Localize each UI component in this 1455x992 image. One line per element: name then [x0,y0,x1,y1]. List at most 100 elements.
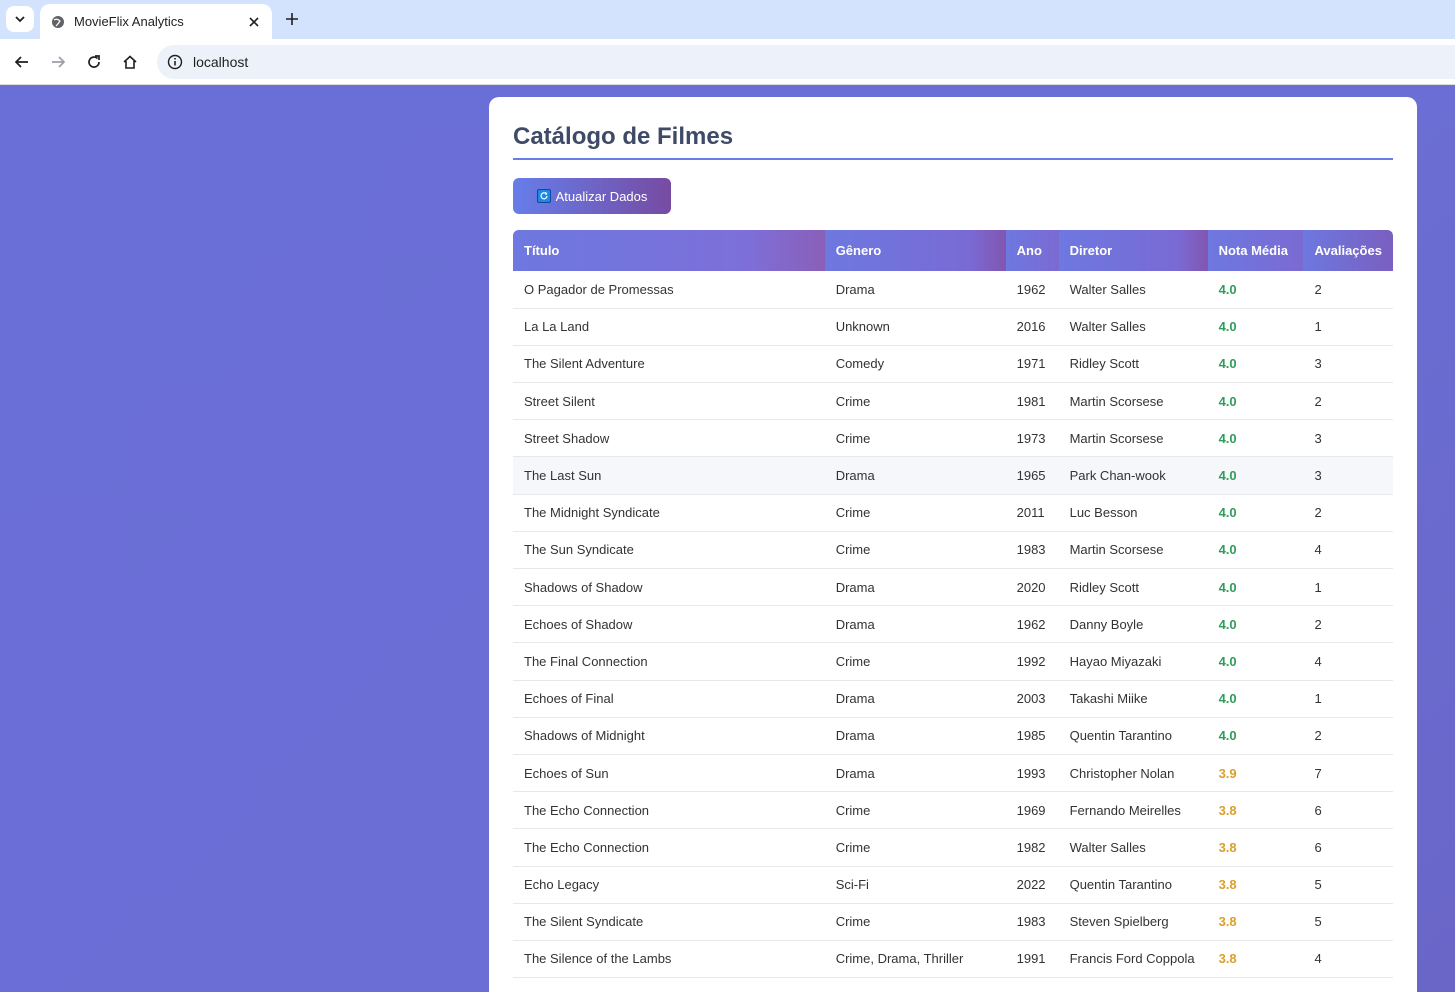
close-icon[interactable] [246,14,262,30]
cell-title: Echoes of Final [513,680,825,718]
reload-button[interactable] [82,50,106,74]
cell-title: Echoes of Shadow [513,605,825,644]
table-row[interactable]: Shadows of Shadow Drama 2020 Ridley Scott 4.… [513,568,1393,607]
cell-rating: 4.0 [1207,456,1304,495]
cell-year: 1983 [1005,903,1059,941]
header-review-count[interactable]: Avaliações [1303,230,1393,271]
cell-year: 1962 [1005,605,1059,644]
cell-director: Danny Boyle [1058,605,1208,644]
cell-genre: Crime [824,494,1006,532]
browser-tab-bar: MovieFlix Analytics [0,0,1455,39]
cell-genre: Drama [824,605,1006,644]
table-row[interactable]: The Sun Syndicate Crime 1983 Martin Scorses… [513,531,1393,570]
cell-year: 1985 [1005,717,1059,755]
cell-rating: 4.0 [1207,345,1304,384]
refresh-data-label: Atualizar Dados [555,188,648,204]
header-director[interactable]: Diretor [1058,230,1208,271]
cell-review-count: 2 [1303,271,1393,309]
page-background: Catálogo de Filmes Atualizar Dados Títul… [0,86,1455,992]
cell-year: 1962 [1005,271,1059,309]
table-row[interactable]: Echo Legacy Sci-Fi 2022 Quentin Tarantino 3.… [513,866,1393,904]
cell-review-count: 2 [1303,717,1393,755]
cell-rating: 4.0 [1207,568,1304,607]
browser-tab[interactable]: MovieFlix Analytics [40,4,272,39]
cell-title: The Sun Syndicate [513,531,825,570]
cell-director: Takashi Miike [1058,680,1208,718]
table-row[interactable]: Echoes of Final Drama 2003 Takashi Miike 4.0… [513,680,1393,718]
table-row[interactable]: The Last Sun Drama 1965 Park Chan-wook 4.0 3 [513,456,1393,495]
cell-director: Walter Salles [1058,308,1208,346]
table-header-row: Título Gênero Ano Diretor Nota Média Ava… [513,230,1393,271]
tab-title: MovieFlix Analytics [74,14,184,29]
back-button[interactable] [10,50,34,74]
cell-genre: Drama [824,456,1006,495]
reload-icon [88,55,100,68]
new-tab-button[interactable] [281,8,303,30]
cell-rating: 3.8 [1207,791,1304,830]
header-genre[interactable]: Gênero [824,230,1006,271]
header-rating[interactable]: Nota Média [1207,230,1304,271]
cell-director: Park Chan-wook [1058,456,1208,495]
address-bar[interactable]: localhost [157,45,1455,79]
cell-title: The Silent Syndicate [513,903,825,941]
table-row[interactable]: The Silent Syndicate Crime 1983 Steven Spie… [513,903,1393,941]
cell-rating: 3.8 [1207,866,1304,904]
cell-review-count: 1 [1303,568,1393,607]
cell-director: Luc Besson [1058,494,1208,532]
cell-director: Martin Scorsese [1058,382,1208,421]
cell-title: Street Silent [513,382,825,421]
cell-genre: Drama [824,680,1006,718]
cell-year: 2011 [1005,494,1059,532]
table-row[interactable]: O Pagador de Promessas Drama 1962 Walter Sa… [513,271,1393,309]
cell-director: Francis Ford Coppola [1058,940,1208,979]
table-row[interactable]: Street Shadow Crime 1973 Martin Scorsese 4.0… [513,419,1393,458]
cell-year: 2003 [1005,680,1059,718]
table-row[interactable]: The Echo Connection Crime 1969 Fernando Mei… [513,791,1393,830]
cell-title: Shadows of Midnight [513,717,825,755]
cell-rating: 4.0 [1207,642,1304,681]
cell-rating: 4.0 [1207,271,1304,309]
tab-search-button[interactable] [6,6,34,32]
cell-genre: Drama [824,717,1006,755]
cell-year: 1971 [1005,345,1059,384]
cell-year: 1991 [1005,940,1059,979]
forward-button[interactable] [46,50,70,74]
table-row[interactable]: Street Silent Crime 1981 Martin Scorsese 4.0… [513,382,1393,421]
cell-year: 2022 [1005,866,1059,904]
home-button[interactable] [118,50,142,74]
cell-genre: Sci-Fi [824,866,1006,904]
cell-title: O Pagador de Promessas [513,271,825,309]
header-year[interactable]: Ano [1005,230,1059,271]
cell-title: The Final Connection [513,642,825,681]
table-row[interactable]: Shadows of Midnight Drama 1985 Quentin Tara… [513,717,1393,755]
table-row[interactable]: The Midnight Syndicate Crime 2011 Luc Besso… [513,494,1393,532]
table-row[interactable]: The Final Connection Crime 1992 Hayao Miyaz… [513,642,1393,681]
cell-rating: 4.0 [1207,494,1304,532]
table-row[interactable]: Echoes of Sun Drama 1993 Christopher Nolan 3… [513,754,1393,793]
info-icon[interactable] [165,52,185,72]
table-row[interactable]: The Silent Adventure Comedy 1971 Ridley Sco… [513,345,1393,384]
cell-year: 2020 [1005,568,1059,607]
cell-rating: 3.8 [1207,828,1304,867]
table-row[interactable]: La La Land Unknown 2016 Walter Salles 4.0 1 [513,308,1393,346]
cell-review-count: 6 [1303,791,1393,830]
browser-toolbar: localhost [0,39,1455,85]
cell-title: The Midnight Syndicate [513,494,825,532]
header-title[interactable]: Título [513,230,825,271]
cell-year: 1982 [1005,828,1059,867]
cell-review-count: 2 [1303,605,1393,644]
refresh-data-button[interactable]: Atualizar Dados [513,178,671,214]
catalog-card: Catálogo de Filmes Atualizar Dados Títul… [489,97,1417,992]
cell-title: Echo Legacy [513,866,825,904]
cell-review-count: 1 [1303,680,1393,718]
chevron-down-icon [15,16,25,23]
cell-rating: 3.8 [1207,940,1304,979]
cell-director: Martin Scorsese [1058,531,1208,570]
table-row[interactable]: The Silence of the Lambs Crime, Drama, Th… [513,940,1393,979]
table-row[interactable]: Echoes of Shadow Drama 1962 Danny Boyle 4.0 2 [513,605,1393,644]
table-row[interactable]: The Echo Connection Crime 1982 Walter Salle… [513,828,1393,867]
cell-rating: 4.0 [1207,419,1304,458]
cell-genre: Crime [824,419,1006,458]
cell-title: The Silent Adventure [513,345,825,384]
cell-year: 1983 [1005,531,1059,570]
